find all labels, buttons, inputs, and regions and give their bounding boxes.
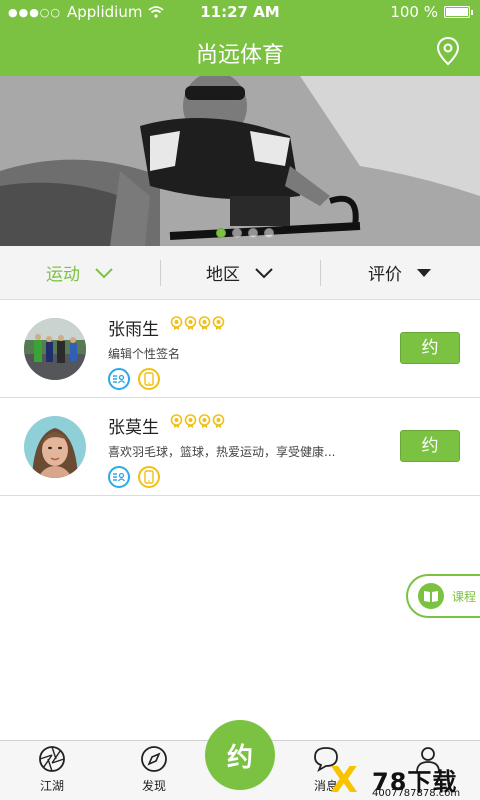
status-bar: ●●●○○ Applidium 11:27 AM 100 % — [0, 0, 480, 24]
medal-icon — [198, 316, 211, 330]
center-book-button[interactable]: 约 — [205, 720, 275, 790]
coach-signature: 喜欢羽毛球，篮球，热爱运动，享受健康... — [108, 445, 336, 459]
coach-tags — [108, 466, 160, 488]
coach-tags — [108, 368, 160, 390]
banner-carousel[interactable] — [0, 76, 480, 246]
tab-label: 江湖 — [39, 779, 64, 793]
book-icon — [418, 583, 444, 609]
nav-bar: 尚远体育 — [0, 24, 480, 76]
triangle-down-icon — [417, 268, 431, 277]
chevron-down-icon — [95, 267, 113, 278]
runners-photo — [24, 318, 86, 380]
filter-region[interactable]: 地区 — [160, 246, 320, 299]
watermark-mark: X — [330, 760, 358, 800]
location-pin-icon[interactable] — [434, 36, 462, 66]
book-button[interactable]: 约 — [400, 332, 460, 364]
carousel-dot[interactable] — [216, 228, 226, 238]
avatar[interactable] — [24, 318, 86, 380]
course-label: 课程 — [452, 589, 477, 604]
medal-icon — [170, 414, 183, 428]
cyclist-photo — [0, 76, 480, 246]
certified-badge-icon — [108, 466, 130, 488]
certified-badge-icon — [108, 368, 130, 390]
compass-icon — [141, 746, 167, 772]
filter-rating[interactable]: 评价 — [320, 246, 480, 299]
rating-stars — [170, 316, 225, 331]
list-item[interactable]: 张莫生 喜欢羽毛球，篮球，热爱运动，享受健康... 约 — [0, 398, 480, 496]
book-button[interactable]: 约 — [400, 430, 460, 462]
coach-signature: 编辑个性签名 — [108, 347, 181, 361]
medal-icon — [212, 414, 225, 428]
medal-icon — [212, 316, 225, 330]
carousel-dots — [216, 228, 274, 238]
phone-verified-icon — [138, 368, 160, 390]
medal-icon — [198, 414, 211, 428]
status-right: 100 % — [390, 3, 473, 21]
coach-name: 张雨生 — [108, 320, 159, 340]
filter-sport[interactable]: 运动 — [0, 246, 160, 299]
phone-verified-icon — [138, 466, 160, 488]
tab-discover[interactable]: 发现 — [124, 745, 184, 794]
watermark-url: 4007787878.com — [372, 788, 461, 799]
battery-icon — [444, 6, 473, 18]
avatar[interactable] — [24, 416, 86, 478]
carousel-dot[interactable] — [232, 228, 242, 238]
tab-jianghu[interactable]: 江湖 — [22, 745, 82, 794]
course-button[interactable]: 课程 — [406, 574, 480, 618]
chevron-down-icon — [255, 267, 273, 278]
carousel-dot[interactable] — [248, 228, 258, 238]
page-title: 尚远体育 — [195, 43, 284, 68]
woman-portrait-photo — [24, 416, 86, 478]
filter-bar: 运动 地区 评价 — [0, 246, 480, 300]
list-item[interactable]: 张雨生 编辑个性签名 约 — [0, 300, 480, 398]
rating-stars — [170, 414, 225, 429]
carousel-dot[interactable] — [264, 228, 274, 238]
medal-icon — [170, 316, 183, 330]
aperture-icon — [39, 746, 65, 772]
filter-rating-label: 评价 — [368, 265, 402, 285]
medal-icon — [184, 316, 197, 330]
filter-region-label: 地区 — [206, 265, 240, 285]
filter-sport-label: 运动 — [46, 265, 80, 285]
coach-name: 张莫生 — [108, 418, 159, 438]
battery-label: 100 % — [390, 3, 438, 21]
medal-icon — [184, 414, 197, 428]
tab-label: 发现 — [141, 779, 166, 793]
watermark-logo: X 78下载 4007787878.com — [330, 762, 480, 800]
coach-list: 张雨生 编辑个性签名 约 张莫生 喜欢羽毛球，篮球，热爱运动，享受健康... 约 — [0, 300, 480, 496]
